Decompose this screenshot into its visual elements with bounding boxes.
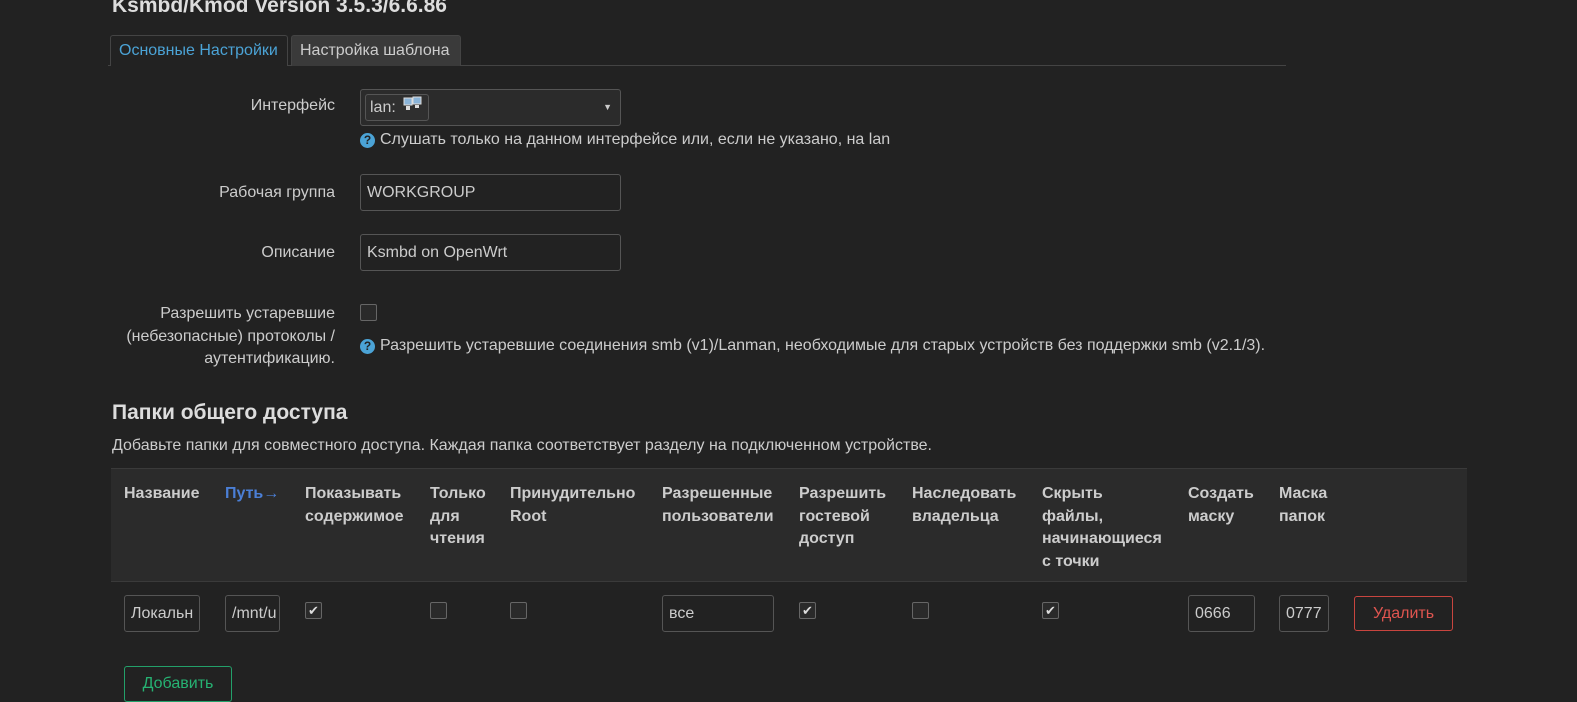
force-root-checkbox[interactable]: [510, 602, 527, 619]
header-line: начинающиеся: [1042, 530, 1162, 547]
browseable-checkbox[interactable]: ✔: [305, 602, 322, 619]
header-line: чтения: [430, 530, 485, 547]
header-line: содержимое: [305, 507, 404, 525]
help-icon: ?: [360, 132, 375, 148]
network-icon: [403, 95, 423, 120]
legacy-protocols-checkbox[interactable]: [360, 304, 377, 321]
header-line: владельца: [912, 507, 999, 525]
header-line: Создать: [1188, 485, 1254, 502]
page-title: Ksmbd/Kmod Version 3.5.3/6.6.86: [112, 0, 447, 17]
delete-button[interactable]: Удалить: [1354, 596, 1453, 631]
tab-template-settings[interactable]: Настройка шаблона: [291, 35, 461, 66]
column-header-path[interactable]: Путь→: [225, 483, 279, 506]
allowed-users-input[interactable]: все: [662, 595, 774, 632]
column-header-dir-mask[interactable]: Маска папок: [1279, 483, 1327, 528]
header-line: файлы,: [1042, 507, 1104, 525]
legacy-label-line3: аутентификацию.: [204, 350, 335, 367]
interface-help: ? Слушать только на данном интерфейсе ил…: [360, 131, 890, 149]
readonly-checkbox[interactable]: [430, 602, 447, 619]
legacy-protocols-label: Разрешить устаревшие (небезопасные) прот…: [126, 303, 335, 371]
share-name-input[interactable]: Локальн: [124, 595, 200, 632]
header-line: Только: [430, 485, 486, 502]
column-header-create-mask[interactable]: Создать маску: [1188, 483, 1254, 528]
header-line: доступ: [799, 530, 855, 547]
shares-section-description: Добавьте папки для совместного доступа. …: [112, 437, 932, 454]
shares-section-title: Папки общего доступа: [112, 401, 348, 424]
column-header-browseable[interactable]: Показывать содержимое: [305, 483, 404, 528]
header-line: Наследовать: [912, 485, 1017, 502]
guest-access-checkbox[interactable]: ✔: [799, 602, 816, 619]
header-line: маску: [1188, 507, 1235, 525]
interface-help-text: Слушать только на данном интерфейсе или,…: [380, 131, 891, 148]
column-header-force-root[interactable]: Принудительно Root: [510, 483, 635, 528]
create-mask-input[interactable]: 0666: [1188, 595, 1255, 632]
sort-arrow-icon: →: [263, 485, 280, 502]
hide-dot-files-checkbox[interactable]: ✔: [1042, 602, 1059, 619]
tab-bar: Основные Настройки Настройка шаблона: [108, 35, 1286, 66]
header-line: Принудительно: [510, 485, 636, 502]
add-share-button[interactable]: Добавить: [124, 666, 232, 702]
legacy-label-line2: (небезопасные) протоколы /: [126, 327, 335, 345]
header-line: Разрешенные: [662, 485, 773, 502]
column-header-users[interactable]: Разрешенные пользователи: [662, 483, 774, 528]
dir-mask-input[interactable]: 0777: [1279, 595, 1329, 632]
interface-label: Интерфейс: [250, 97, 335, 114]
inherit-owner-checkbox[interactable]: [912, 602, 929, 619]
interface-chip: lan:: [365, 94, 429, 121]
legacy-help-text: Разрешить устаревшие соединения smb (v1)…: [380, 337, 1266, 354]
shares-table-header: Название Путь→ Показывать содержимое Тол…: [111, 468, 1467, 582]
header-line: с точки: [1042, 552, 1100, 570]
header-line: для: [430, 507, 460, 525]
column-header-readonly[interactable]: Только для чтения: [430, 483, 486, 551]
header-line: Root: [510, 507, 547, 525]
header-line: папок: [1279, 507, 1326, 525]
workgroup-input[interactable]: WORKGROUP: [360, 174, 621, 211]
header-line: Показывать: [305, 485, 402, 502]
description-label: Описание: [261, 244, 335, 261]
column-header-hide-dot-files[interactable]: Скрыть файлы, начинающиеся с точки: [1042, 483, 1162, 573]
column-header-inherit-owner[interactable]: Наследовать владельца: [912, 483, 1016, 528]
help-icon: ?: [360, 338, 375, 354]
column-header-guest[interactable]: Разрешить гостевой доступ: [799, 483, 886, 551]
header-line: пользователи: [662, 507, 774, 525]
legacy-help: ? Разрешить устаревшие соединения smb (v…: [360, 337, 1265, 355]
share-path-input[interactable]: /mnt/u: [225, 595, 280, 632]
workgroup-label: Рабочая группа: [219, 184, 335, 201]
interface-select[interactable]: lan: ▼: [360, 89, 621, 126]
column-header-path-label: Путь: [225, 485, 264, 502]
legacy-label-line1: Разрешить устаревшие: [160, 305, 335, 322]
tab-general-settings[interactable]: Основные Настройки: [110, 35, 288, 66]
header-line: гостевой: [799, 507, 870, 525]
column-header-name[interactable]: Название: [124, 483, 200, 506]
header-line: Разрешить: [799, 485, 887, 502]
description-input[interactable]: Ksmbd on OpenWrt: [360, 234, 621, 271]
header-line: Скрыть: [1042, 485, 1103, 502]
header-line: Маска: [1279, 485, 1328, 502]
interface-value: lan:: [370, 99, 396, 116]
chevron-down-icon: ▼: [603, 102, 612, 112]
